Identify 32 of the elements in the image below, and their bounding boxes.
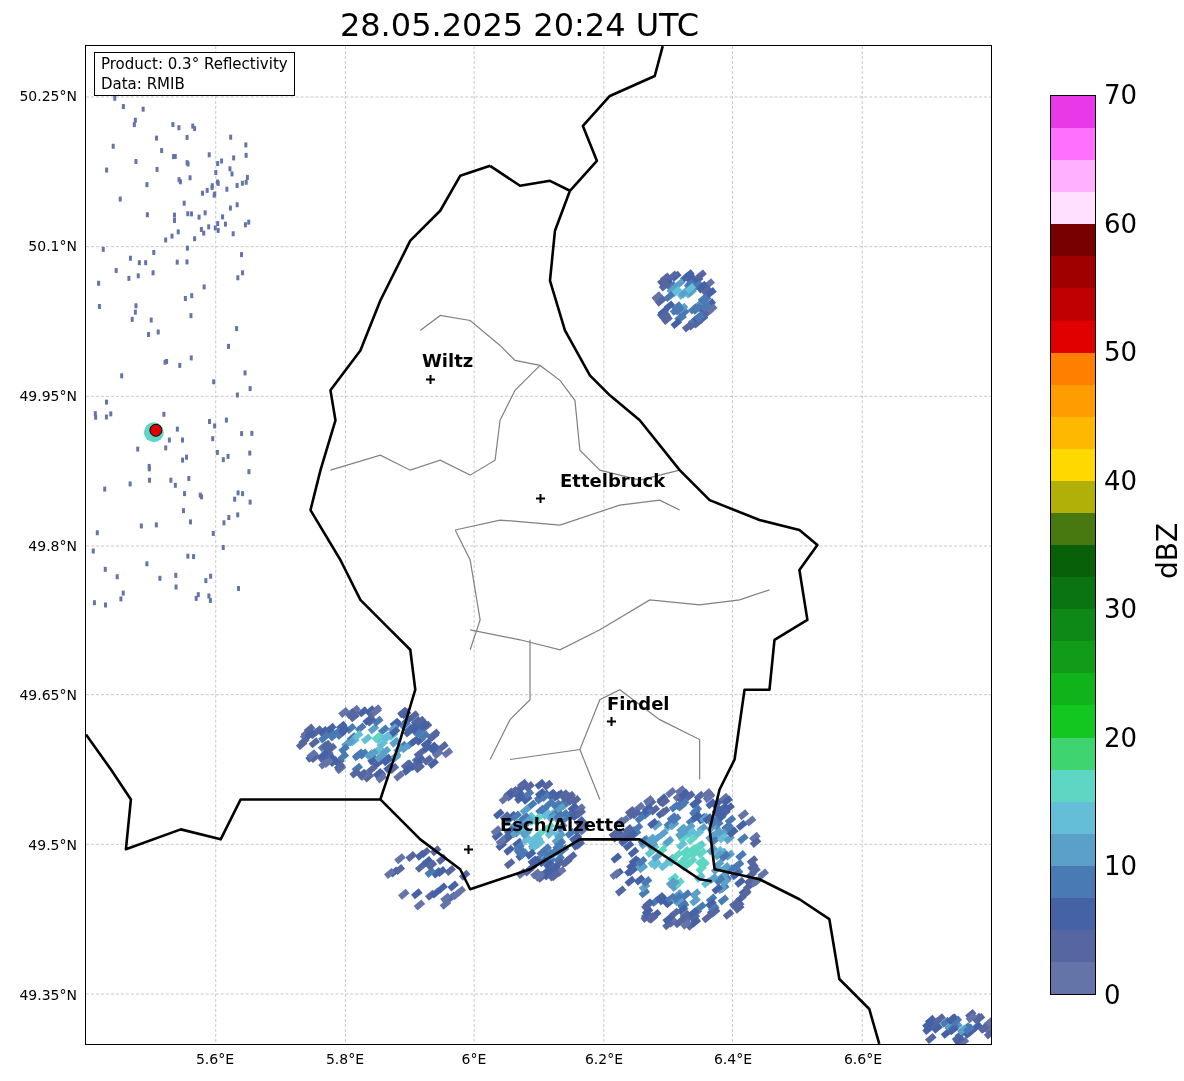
longitude-label: 6.2°E [584, 1051, 624, 1067]
chart-title: 28.05.2025 20:24 UTC [339, 5, 700, 45]
colorbar-tick-label: 30 [1104, 595, 1138, 624]
colorbar-label: dBZ [1152, 522, 1184, 580]
latitude-label: 50.1°N [28, 238, 77, 254]
colorbar-tick-label: 20 [1104, 723, 1138, 752]
colorbar-tick-label: 60 [1104, 209, 1138, 238]
latitude-label: 49.35°N [19, 987, 77, 1003]
colorbar-tick-label: 40 [1104, 466, 1138, 495]
latitude-label: 49.95°N [19, 388, 77, 404]
city-marker-icon [607, 717, 616, 726]
city-marker-icon [464, 845, 473, 854]
longitude-label: 6°E [461, 1051, 487, 1067]
info-text: Data: RMIB [101, 74, 186, 94]
place-label: Wiltz [422, 351, 474, 371]
latitude-label: 49.5°N [28, 837, 77, 853]
latitude-label: 49.65°N [19, 687, 77, 703]
city-marker-icon [426, 375, 435, 384]
place-label: Ettelbruck [560, 471, 666, 491]
colorbar-tick-label: 10 [1104, 852, 1138, 881]
place-label: Findel [607, 694, 670, 714]
longitude-label: 5.6°E [195, 1051, 235, 1067]
city-marker-icon [536, 494, 545, 503]
colorbar-tick-label: 50 [1104, 338, 1138, 367]
longitude-label: 6.4°E [713, 1051, 753, 1067]
info-text: Product: 0.3° Reflectivity [101, 54, 288, 74]
latitude-label: 49.8°N [28, 538, 77, 554]
longitude-label: 6.6°E [843, 1051, 883, 1067]
longitude-label: 5.8°E [325, 1051, 365, 1067]
latitude-label: 50.25°N [19, 88, 77, 104]
colorbar-tick-label: 70 [1104, 81, 1138, 109]
colorbar-tick-label: 0 [1104, 981, 1121, 1009]
